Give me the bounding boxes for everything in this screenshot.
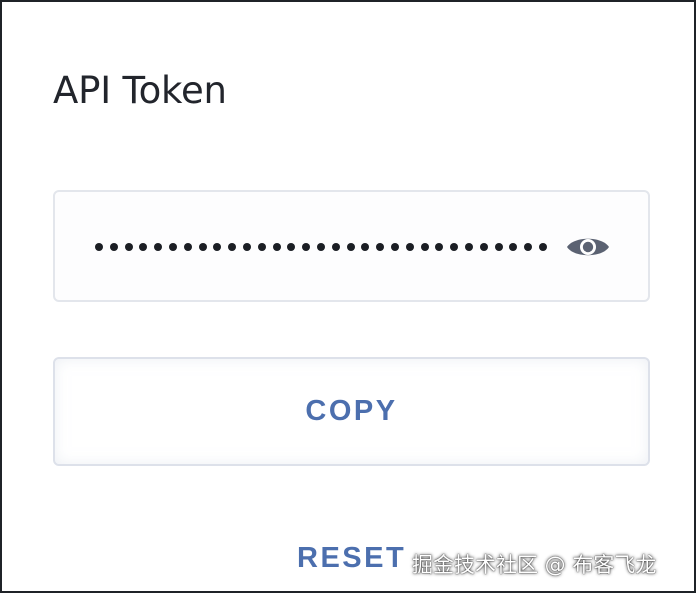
- token-mask-dot: [435, 243, 444, 251]
- masked-token-value: [95, 232, 547, 262]
- watermark-text: 掘金技术社区 @ 布客飞龙: [412, 553, 657, 577]
- token-mask-dot: [139, 243, 148, 251]
- token-mask-dot: [183, 243, 192, 251]
- token-mask-dot: [376, 243, 385, 251]
- api-token-field[interactable]: [53, 190, 650, 302]
- token-mask-dot: [405, 243, 414, 251]
- token-mask-dot: [198, 243, 207, 251]
- token-mask-dot: [242, 243, 251, 251]
- token-mask-dot: [95, 243, 103, 251]
- token-mask-dot: [361, 243, 370, 251]
- token-mask-dot: [538, 243, 547, 251]
- token-mask-dot: [524, 243, 533, 251]
- token-mask-dot: [420, 243, 429, 251]
- token-mask-dot: [331, 243, 340, 251]
- token-mask-dot: [154, 243, 163, 251]
- token-mask-dot: [287, 243, 296, 251]
- reset-button[interactable]: RESET: [297, 538, 406, 578]
- token-mask-dot: [228, 243, 237, 251]
- token-mask-dot: [124, 243, 133, 251]
- token-mask-dot: [302, 243, 311, 251]
- token-mask-dot: [346, 243, 355, 251]
- token-mask-dot: [450, 243, 459, 251]
- token-mask-dot: [390, 243, 399, 251]
- token-mask-dot: [213, 243, 222, 251]
- token-mask-dot: [272, 243, 281, 251]
- token-mask-dot: [257, 243, 266, 251]
- copy-button-label: COPY: [305, 395, 398, 427]
- reset-button-label: RESET: [297, 541, 407, 574]
- toggle-visibility-button[interactable]: [564, 230, 612, 264]
- token-mask-dot: [464, 243, 473, 251]
- token-mask-dot: [168, 243, 177, 251]
- copy-button[interactable]: COPY: [53, 357, 650, 466]
- api-token-panel: API Token COPY RESET: [0, 0, 696, 593]
- token-mask-dot: [109, 243, 118, 251]
- token-mask-dot: [494, 243, 503, 251]
- token-mask-dot: [509, 243, 518, 251]
- panel-title: API Token: [53, 69, 227, 112]
- token-mask-dot: [316, 243, 325, 251]
- token-mask-dot: [479, 243, 488, 251]
- eye-icon: [567, 238, 609, 256]
